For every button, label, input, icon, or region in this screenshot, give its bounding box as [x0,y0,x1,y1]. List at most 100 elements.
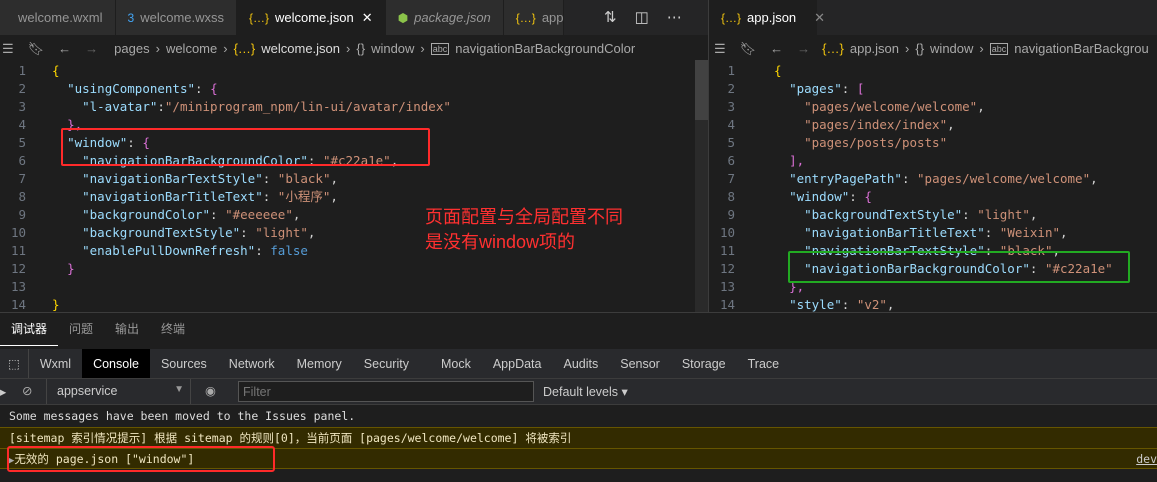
code-token: [ [856,81,865,96]
code-token: { [864,189,872,204]
code-token: , [886,297,895,312]
devtools-tab-console[interactable]: Console [82,349,150,378]
tab-welcome-wxss[interactable]: 3 welcome.wxss [115,0,237,35]
line-number: 12 [10,261,26,276]
back-icon[interactable]: ← [58,41,71,56]
bookmark-icon[interactable]: 🔖︎ [740,41,757,57]
code-token: : [262,171,278,186]
tab-app-j[interactable]: {…} app.j [503,0,564,35]
line-number: 8 [727,189,735,204]
tab-welcome-wxml[interactable]: welcome.wxml [0,0,116,35]
code-line: } [52,260,75,278]
split-editor-icon[interactable]: ◫ [635,8,649,26]
code-line: "backgroundColor": "#eeeeee", [52,206,300,224]
sidebar-toggle-icon[interactable]: ▸ [0,384,6,399]
code-token: "window" [789,189,850,204]
code-token: "light" [977,207,1030,222]
crumb-file[interactable]: app.json [850,41,899,56]
line-number: 11 [10,243,26,258]
bookmark-icon[interactable]: 🔖︎ [28,41,45,57]
tab-package-json[interactable]: ⬢ package.json [385,0,504,35]
code-line: "entryPagePath": "pages/welcome/welcome"… [774,170,1098,188]
line-number: 13 [10,279,26,294]
crumb-window[interactable]: window [371,41,414,56]
inspect-icon[interactable]: ⬚ [0,349,29,378]
left-scrollbar[interactable] [695,60,708,312]
devtools-tab-trace[interactable]: Trace [737,349,791,378]
back-icon[interactable]: ← [770,41,783,56]
breadcrumb: ☰ 🔖︎ ← → pages › welcome › {…} welcome.json… [2,40,636,57]
compare-changes-icon[interactable]: ⇅ [604,8,617,26]
context-select[interactable]: appservice ▼ [46,379,191,404]
code-token: "navigationBarTextStyle" [82,171,263,186]
bottom-panel: 调试器 问题 输出 终端 ⬚ Wxml Console Sources Network Memo… [0,312,1157,482]
clear-console-icon[interactable]: ⊘ [22,383,32,398]
close-icon[interactable]: ✕ [814,10,825,26]
devtools-tab-wxml[interactable]: Wxml [29,349,82,378]
outline-icon[interactable]: ☰ [2,41,14,57]
left-code-editor[interactable]: 1{2 "usingComponents": {3 "l-avatar":"/m… [0,60,708,312]
line-number: 9 [18,207,26,222]
devtools-tab-sources[interactable]: Sources [150,349,218,378]
code-token: , [1090,171,1098,186]
json-file-icon: {…} [515,10,536,25]
code-token: "v2" [856,297,887,312]
forward-icon[interactable]: → [85,41,98,56]
line-number: 10 [719,225,735,240]
code-line: "backgroundTextStyle": "light", [52,224,315,242]
crumb-key[interactable]: navigationBarBackgroundColor [455,41,635,56]
code-token: false [270,243,308,258]
devtools-tab-appdata[interactable]: AppData [482,349,553,378]
panel-tab[interactable]: 调试器 [0,313,59,346]
code-token: "enablePullDownRefresh" [82,243,256,258]
crumb-pages[interactable]: pages [114,41,149,56]
source-link[interactable]: dev [1136,449,1157,470]
code-line: { [52,62,60,80]
devtools-tab-security[interactable]: Security [353,349,420,378]
forward-icon[interactable]: → [797,41,810,56]
devtools-tab-mock[interactable]: Mock [430,349,482,378]
tab-label: welcome.wxss [140,10,224,25]
code-line: "navigationBarTitleText": "Weixin", [774,224,1068,242]
code-token: , [1060,225,1068,240]
more-actions-icon[interactable]: ⋯ [667,8,682,26]
line-number: 10 [10,225,26,240]
tab-app-json[interactable]: {…} app.json ✕ [709,0,825,35]
code-token: "pages/welcome/welcome" [804,99,978,114]
line-number: 2 [18,81,26,96]
panel-tab[interactable]: 终端 [150,313,196,346]
crumb-key[interactable]: navigationBarBackgrou [1014,41,1148,56]
panel-tab[interactable]: 问题 [58,313,104,346]
code-token: "backgroundColor" [82,207,211,222]
code-token: } [67,261,75,276]
code-line: "backgroundTextStyle": "light", [774,206,1037,224]
devtools-tab-storage[interactable]: Storage [671,349,737,378]
crumb-file[interactable]: welcome.json [261,41,340,56]
code-line: "window": { [774,188,872,206]
line-number: 5 [18,135,26,150]
close-icon[interactable]: ✕ [362,10,373,26]
devtools-tabs: ⬚ Wxml Console Sources Network Memory Security… [0,349,1157,379]
devtools-tab-network[interactable]: Network [218,349,286,378]
devtools-tab-audits[interactable]: Audits [552,349,609,378]
annotation-line: 页面配置与全局配置不同 [425,207,623,227]
devtools-tab-memory[interactable]: Memory [286,349,353,378]
devtools-tab-sensor[interactable]: Sensor [609,349,671,378]
code-token: "style" [789,297,842,312]
eye-icon[interactable]: ◉ [205,383,216,398]
tab-welcome-json[interactable]: {…} welcome.json ✕ [237,0,386,35]
crumb-welcome[interactable]: welcome [166,41,217,56]
code-token: : [841,297,857,312]
outline-icon[interactable]: ☰ [714,41,726,57]
panel-tab[interactable]: 输出 [104,313,150,346]
annotation-line: 是没有window项的 [425,232,576,252]
filter-input[interactable] [238,381,534,402]
crumb-window[interactable]: window [930,41,973,56]
levels-dropdown[interactable]: Default levels ▾ [543,384,628,399]
